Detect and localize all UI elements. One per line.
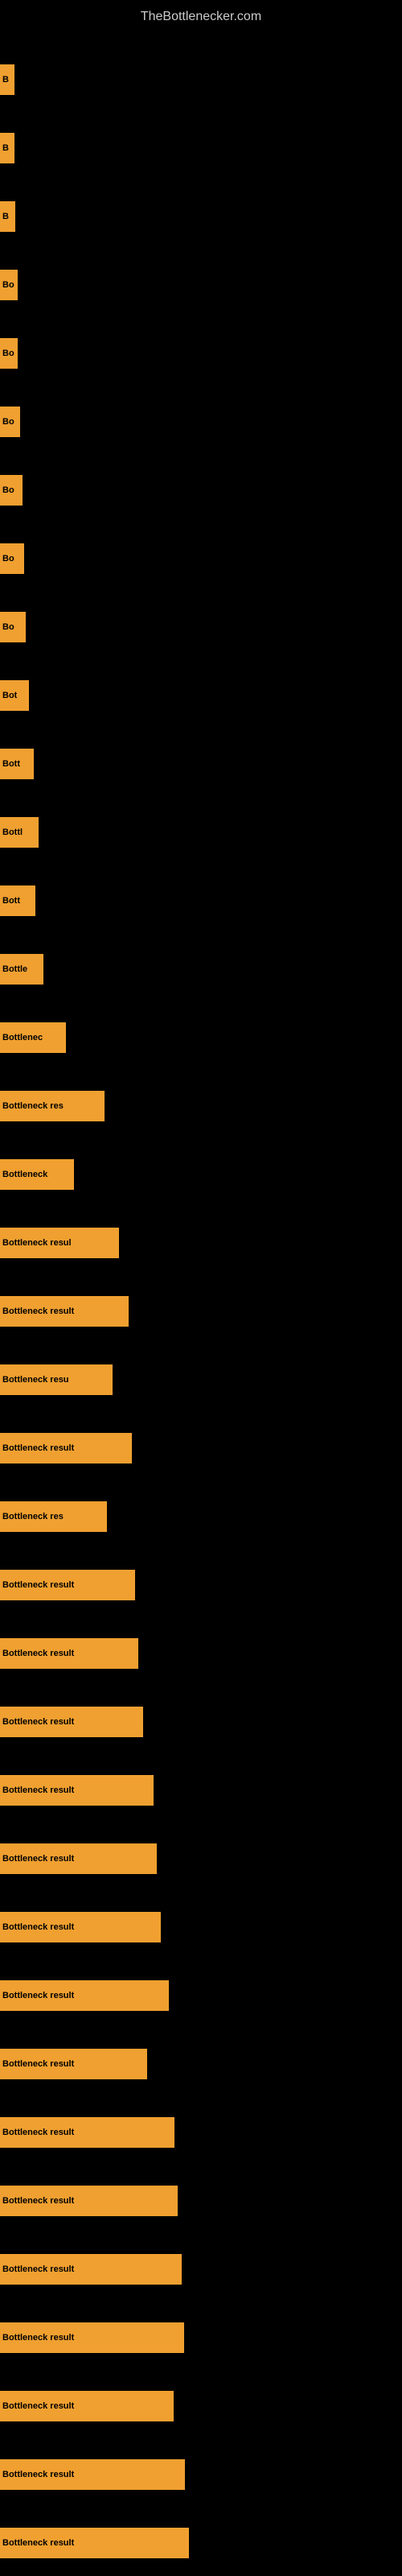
bar-row-37: Bottleneck result — [0, 2512, 402, 2576]
bar-row-4: Bo — [0, 254, 402, 318]
bar-37: Bottleneck result — [0, 2528, 189, 2558]
bar-row-30: Bottleneck result — [0, 2033, 402, 2097]
bar-30: Bottleneck result — [0, 2049, 147, 2079]
bar-29: Bottleneck result — [0, 1980, 169, 2011]
bar-row-5: Bo — [0, 322, 402, 386]
bar-19: Bottleneck result — [0, 1296, 129, 1327]
bar-20: Bottleneck resu — [0, 1364, 113, 1395]
bar-7: Bo — [0, 475, 23, 506]
bar-21: Bottleneck result — [0, 1433, 132, 1463]
bar-row-27: Bottleneck result — [0, 1827, 402, 1892]
bar-34: Bottleneck result — [0, 2322, 184, 2353]
bar-27: Bottleneck result — [0, 1843, 157, 1874]
bar-25: Bottleneck result — [0, 1707, 143, 1737]
bar-row-2: B — [0, 117, 402, 181]
bar-11: Bott — [0, 749, 34, 779]
bar-row-28: Bottleneck result — [0, 1896, 402, 1960]
bar-row-16: Bottleneck res — [0, 1075, 402, 1139]
bar-row-11: Bott — [0, 733, 402, 797]
bar-row-12: Bottl — [0, 801, 402, 865]
bar-12: Bottl — [0, 817, 39, 848]
bar-row-29: Bottleneck result — [0, 1964, 402, 2029]
bar-row-33: Bottleneck result — [0, 2238, 402, 2302]
bar-13: Bott — [0, 886, 35, 916]
bar-row-32: Bottleneck result — [0, 2169, 402, 2234]
bar-2: B — [0, 133, 14, 163]
bar-1: B — [0, 64, 14, 95]
bar-31: Bottleneck result — [0, 2117, 174, 2148]
bar-4: Bo — [0, 270, 18, 300]
bar-28: Bottleneck result — [0, 1912, 161, 1942]
bar-row-19: Bottleneck result — [0, 1280, 402, 1344]
bar-6: Bo — [0, 407, 20, 437]
bar-36: Bottleneck result — [0, 2459, 185, 2490]
bar-16: Bottleneck res — [0, 1091, 105, 1121]
bar-15: Bottlenec — [0, 1022, 66, 1053]
bar-row-22: Bottleneck res — [0, 1485, 402, 1550]
bar-row-34: Bottleneck result — [0, 2306, 402, 2371]
bar-row-25: Bottleneck result — [0, 1690, 402, 1755]
bar-row-23: Bottleneck result — [0, 1554, 402, 1618]
bar-17: Bottleneck — [0, 1159, 74, 1190]
bar-row-31: Bottleneck result — [0, 2101, 402, 2165]
site-title: TheBottlenecker.com — [0, 3, 402, 31]
bar-24: Bottleneck result — [0, 1638, 138, 1669]
bar-row-1: B — [0, 48, 402, 113]
bar-row-26: Bottleneck result — [0, 1759, 402, 1823]
bar-row-36: Bottleneck result — [0, 2443, 402, 2508]
bar-row-35: Bottleneck result — [0, 2375, 402, 2439]
bar-row-6: Bo — [0, 390, 402, 455]
bar-5: Bo — [0, 338, 18, 369]
bar-row-10: Bot — [0, 664, 402, 729]
bar-row-20: Bottleneck resu — [0, 1348, 402, 1413]
bar-22: Bottleneck res — [0, 1501, 107, 1532]
bar-row-21: Bottleneck result — [0, 1417, 402, 1481]
bar-18: Bottleneck resul — [0, 1228, 119, 1258]
bar-row-14: Bottle — [0, 938, 402, 1002]
bar-row-17: Bottleneck — [0, 1143, 402, 1208]
bar-row-24: Bottleneck result — [0, 1622, 402, 1686]
bar-3: B — [0, 201, 15, 232]
bar-row-8: Bo — [0, 527, 402, 592]
bar-9: Bo — [0, 612, 26, 642]
bar-row-7: Bo — [0, 459, 402, 523]
bar-row-3: B — [0, 185, 402, 250]
bar-33: Bottleneck result — [0, 2254, 182, 2285]
bar-14: Bottle — [0, 954, 43, 985]
bar-23: Bottleneck result — [0, 1570, 135, 1600]
bar-8: Bo — [0, 543, 24, 574]
bar-row-13: Bott — [0, 869, 402, 934]
bar-26: Bottleneck result — [0, 1775, 154, 1806]
bar-row-9: Bo — [0, 596, 402, 660]
bar-32: Bottleneck result — [0, 2186, 178, 2216]
bar-10: Bot — [0, 680, 29, 711]
bar-row-15: Bottlenec — [0, 1006, 402, 1071]
bar-35: Bottleneck result — [0, 2391, 174, 2421]
bar-row-18: Bottleneck resul — [0, 1212, 402, 1276]
